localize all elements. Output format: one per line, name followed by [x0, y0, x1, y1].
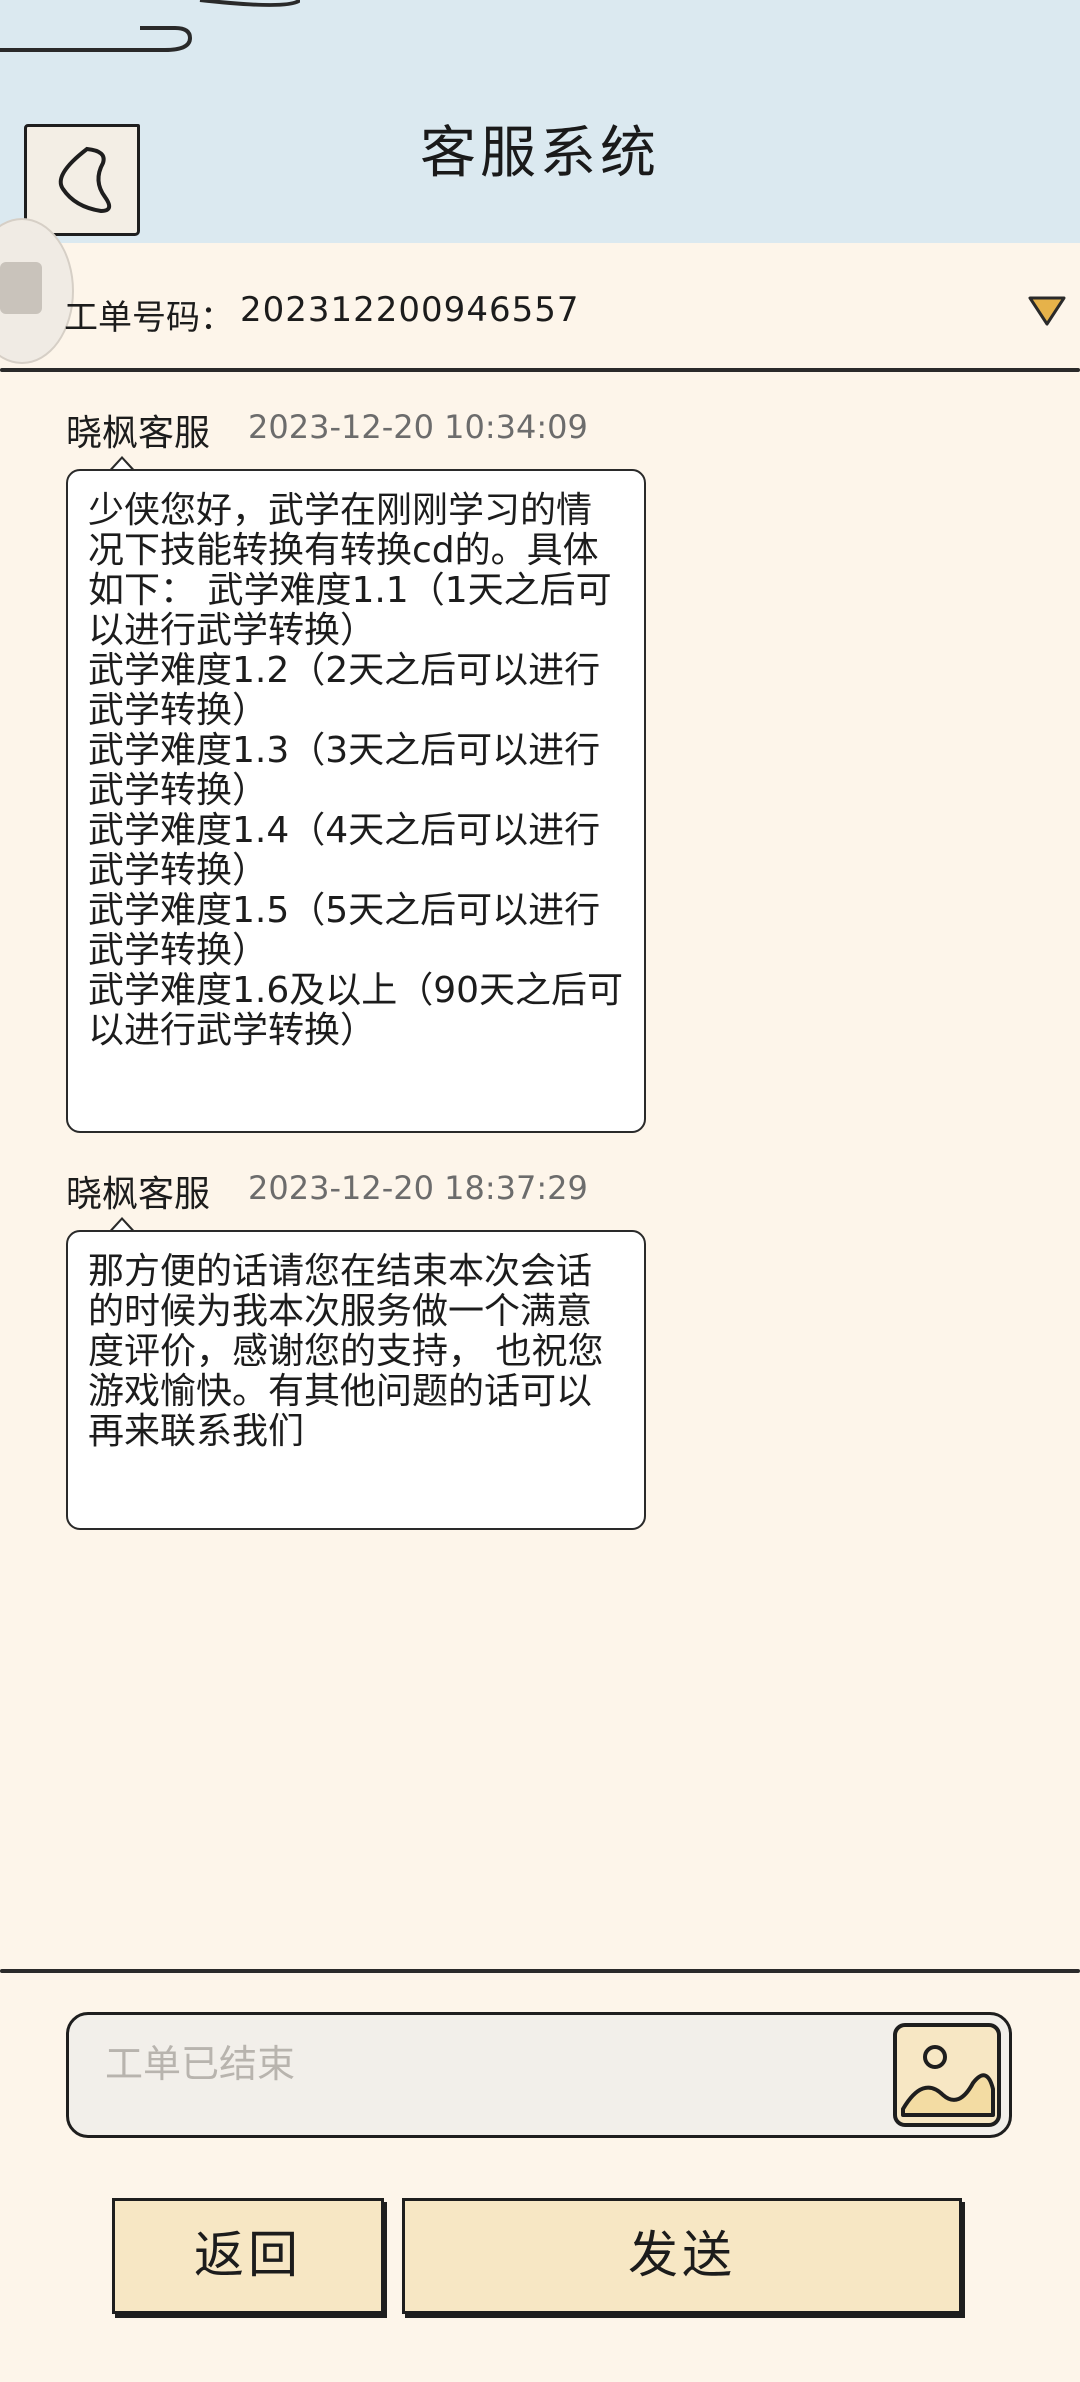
- triangle-down-icon[interactable]: [1027, 294, 1067, 328]
- header-bar: 客服系统: [0, 0, 1080, 243]
- message-input[interactable]: [103, 2035, 887, 2093]
- message-bubble: 那方便的话请您在结束本次会话的时候为我本次服务做一个满意度评价，感谢您的支持， …: [66, 1230, 646, 1530]
- bubble-tail: [110, 1217, 134, 1231]
- divider: [0, 368, 1080, 372]
- message-sender: 晓枫客服: [66, 1174, 211, 1215]
- message-bubble: 少侠您好，武学在刚刚学习的情况下技能转换有转换cd的。具体如下： 武学难度1.1…: [66, 469, 646, 1133]
- send-button[interactable]: 发送: [402, 2198, 962, 2314]
- bubble-tail: [110, 456, 134, 470]
- ticket-number: 202312200946557: [240, 290, 580, 330]
- message-time: 2023-12-20 10:34:09: [248, 408, 588, 446]
- cloud-decoration-icon: [0, 0, 300, 52]
- page-title: 客服系统: [420, 121, 660, 186]
- message-time: 2023-12-20 18:37:29: [248, 1169, 588, 1207]
- message-input-box: [66, 2012, 1012, 2138]
- return-button[interactable]: 返回: [112, 2198, 384, 2314]
- image-icon[interactable]: [889, 2019, 1005, 2131]
- ticket-label: 工单号码：: [64, 298, 234, 338]
- divider: [0, 1969, 1080, 1973]
- message-sender: 晓枫客服: [66, 413, 211, 454]
